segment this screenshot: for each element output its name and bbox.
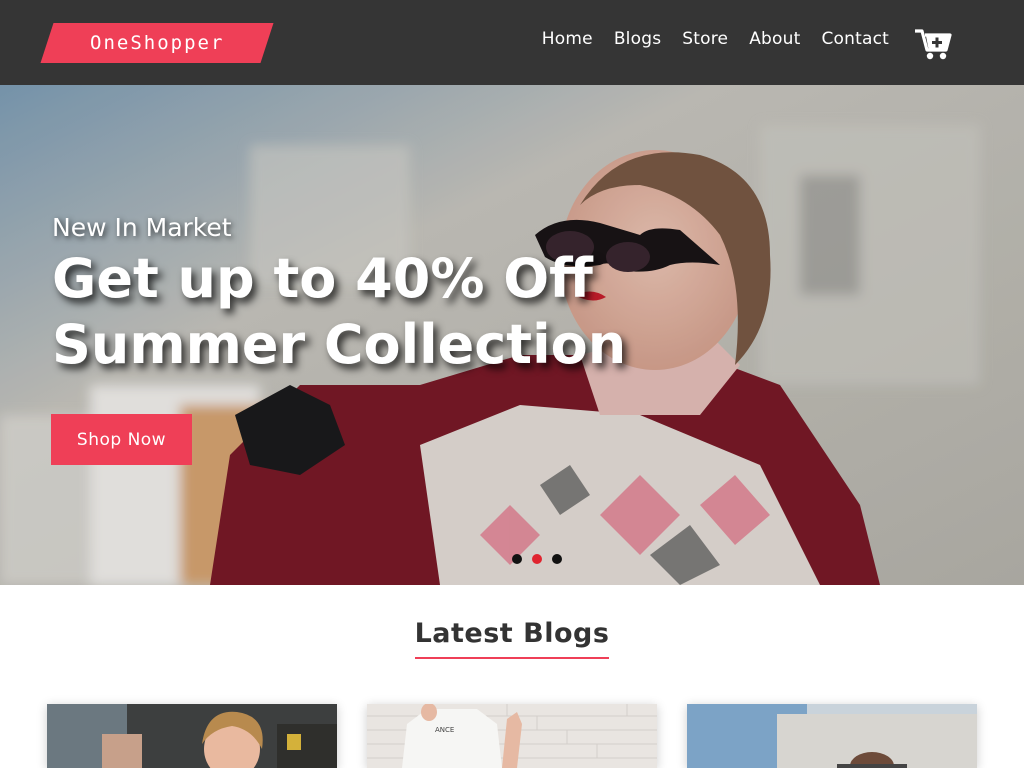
hero-subtitle: New In Market xyxy=(52,213,232,242)
woman-laughing-photo xyxy=(47,704,337,768)
brand-name: OneShopper xyxy=(89,32,225,54)
brand-logo[interactable]: OneShopper xyxy=(40,23,274,63)
svg-text:ANCE: ANCE xyxy=(435,726,454,734)
woman-outdoor-photo xyxy=(687,704,977,768)
blogs-heading: Latest Blogs xyxy=(414,618,610,659)
nav-blogs-link[interactable]: Blogs xyxy=(614,29,661,49)
carousel-dot-1[interactable] xyxy=(512,554,522,564)
hero-carousel: New In Market Get up to 40% Off Summer C… xyxy=(0,85,1024,585)
nav-home-link[interactable]: Home xyxy=(542,29,593,49)
shop-now-button[interactable]: Shop Now xyxy=(51,414,192,465)
carousel-indicators xyxy=(512,554,562,564)
blog-card-3[interactable] xyxy=(687,704,977,768)
carousel-dot-3[interactable] xyxy=(552,554,562,564)
navbar: OneShopper Home Blogs Store About Contac… xyxy=(0,0,1024,85)
nav-about-link[interactable]: About xyxy=(749,29,800,49)
nav-contact-link[interactable]: Contact xyxy=(821,29,889,49)
woman-brick-wall-photo: ANCE xyxy=(367,704,657,768)
hero-title-line1: Get up to 40% Off xyxy=(52,247,593,310)
hero-title-line2: Summer Collection xyxy=(52,313,627,376)
hero-title: Get up to 40% Off Summer Collection xyxy=(52,246,672,378)
nav-store-link[interactable]: Store xyxy=(682,29,728,49)
blog-card-2[interactable]: ANCE xyxy=(367,704,657,768)
hero-text: New In Market Get up to 40% Off Summer C… xyxy=(52,213,672,378)
blogs-heading-wrap: Latest Blogs xyxy=(0,618,1024,659)
carousel-dot-2-active[interactable] xyxy=(532,554,542,564)
main-nav: Home Blogs Store About Contact xyxy=(542,29,889,49)
cart-plus-icon[interactable] xyxy=(914,26,952,62)
blog-card-1[interactable] xyxy=(47,704,337,768)
